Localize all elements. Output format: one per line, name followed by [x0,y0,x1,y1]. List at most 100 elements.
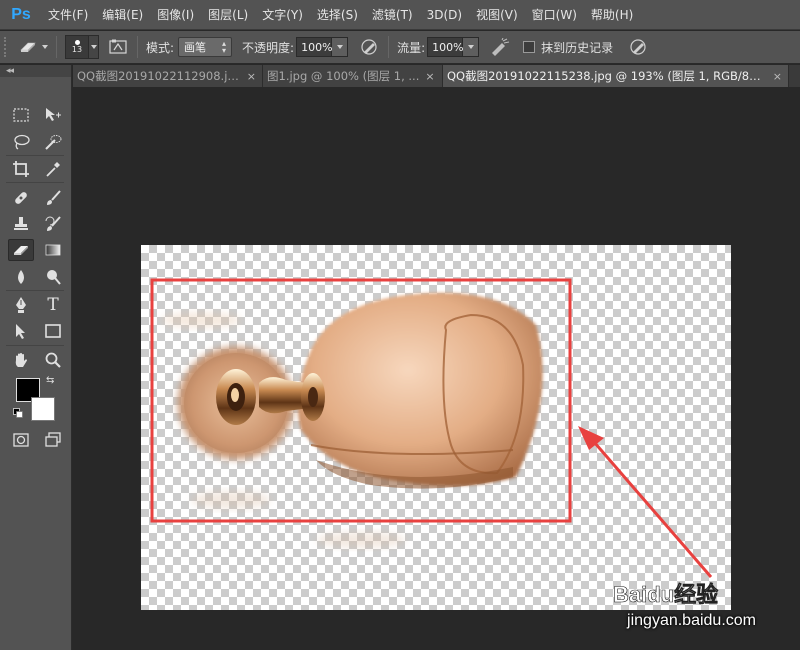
flow-input[interactable]: 100% [427,37,464,57]
brush-preset-picker[interactable]: 13 [65,35,99,59]
menu-file[interactable]: 文件(F) [48,6,88,23]
brush-dropdown-button[interactable] [89,35,99,59]
menu-3d[interactable]: 3D(D) [427,8,462,22]
flow-label: 流量: [397,40,426,55]
blur-tool[interactable] [8,266,34,288]
zoom-tool[interactable] [40,349,66,371]
watermark-brand: Baidu经验 [613,582,718,607]
menu-filter[interactable]: 滤镜(T) [372,6,413,23]
divider [6,345,64,346]
quick-selection-icon [45,135,62,150]
tab-label: QQ截图20191022115238.jpg @ 193% (图层 1, RGB… [447,69,767,83]
opacity-control[interactable]: 100% [294,37,349,57]
swap-colors-icon[interactable]: ⇆ [46,375,58,387]
erase-history-label: 抹到历史记录 [541,40,614,55]
close-icon[interactable]: × [247,70,256,83]
opacity-dropdown-button[interactable] [332,37,349,57]
quick-mask-icon [13,433,29,447]
rectangular-marquee-icon [13,108,29,122]
dodge-icon [47,270,61,285]
baidu-watermark-logo: Baidu经验 [613,582,718,608]
brush-size-value: 13 [71,45,83,54]
menu-edit[interactable]: 编辑(E) [102,6,143,23]
tool-preset-picker[interactable] [18,40,48,54]
arrow-head [578,426,604,450]
menu-layer[interactable]: 图层(L) [208,6,248,23]
divider [6,182,64,183]
menu-help[interactable]: 帮助(H) [591,6,633,23]
quick-mask-button[interactable] [8,429,34,451]
default-colors-icon[interactable] [13,408,23,418]
hand-tool[interactable] [8,349,34,371]
eraser-tool[interactable] [8,239,34,261]
opacity-label: 不透明度: [242,40,295,55]
tab-document-1[interactable]: QQ截图20191022112908.jpg × [73,65,263,87]
tab-label: QQ截图20191022112908.jpg [77,69,241,83]
clone-stamp-icon [14,217,28,230]
pressure-size-toggle[interactable] [627,36,649,58]
divider [137,36,138,58]
move-tool[interactable] [40,104,66,126]
airbrush-icon [492,38,510,56]
flow-dropdown-button[interactable] [463,37,480,57]
gradient-tool[interactable] [40,239,66,261]
eyedropper-icon [46,162,60,177]
tools-panel-collapse[interactable]: ◂◂ [0,65,71,77]
close-icon[interactable]: × [425,70,434,83]
spot-healing-tool[interactable] [8,187,34,209]
eyedropper-tool[interactable] [40,158,66,180]
quick-selection-tool[interactable] [40,131,66,153]
options-grip[interactable] [4,37,10,57]
crop-tool[interactable] [8,158,34,180]
rectangle-shape-tool[interactable] [40,320,66,342]
pressure-opacity-toggle[interactable] [358,36,380,58]
brush-panel-toggle[interactable] [107,36,129,58]
divider [6,290,64,291]
menu-image[interactable]: 图像(I) [157,6,194,23]
screen-mode-button[interactable] [40,429,66,451]
screen-mode-icon [45,432,61,447]
erase-history-checkbox[interactable] [523,41,536,53]
options-bar: 13 模式: 画笔 ▴ ▾ 不透明度: 100% 流量: 100% 抹到历史记录 [0,31,800,64]
divider [56,36,57,58]
background-color-swatch[interactable] [31,397,55,421]
history-brush-tool[interactable] [40,213,66,235]
close-icon[interactable]: × [773,70,782,83]
brush-preview[interactable]: 13 [65,35,89,59]
menu-window[interactable]: 窗口(W) [532,6,577,23]
mode-label: 模式: [146,40,175,55]
tab-document-3[interactable]: QQ截图20191022115238.jpg @ 193% (图层 1, RGB… [443,65,789,87]
menu-select[interactable]: 选择(S) [317,6,358,23]
type-tool[interactable]: T [40,294,66,316]
flow-control[interactable]: 100% [425,37,480,57]
path-selection-tool[interactable] [8,320,34,342]
mode-value: 画笔 [184,41,207,54]
rectangle-shape-icon [45,324,61,338]
eraser-icon [20,42,36,52]
mode-select[interactable]: 画笔 ▴ ▾ [178,37,233,57]
brush-tool[interactable] [40,187,66,209]
tab-document-2[interactable]: 图1.jpg @ 100% (图层 1, ... × [263,65,443,87]
opacity-input[interactable]: 100% [296,37,333,57]
brush-panel-icon [109,39,127,54]
menu-bar: Ps 文件(F) 编辑(E) 图像(I) 图层(L) 文字(Y) 选择(S) 滤… [0,0,800,30]
menu-type[interactable]: 文字(Y) [262,6,303,23]
crop-icon [13,161,29,177]
lasso-icon [14,134,30,150]
pen-icon [16,297,26,313]
spot-healing-icon [15,192,27,204]
lasso-tool[interactable] [8,131,34,153]
pen-tool[interactable] [8,294,34,316]
dodge-tool[interactable] [40,266,66,288]
menu-view[interactable]: 视图(V) [476,6,518,23]
move-icon [46,108,61,121]
chevron-down-icon [90,45,97,49]
tools-panel: ◂◂ T ⇆ [0,65,72,650]
eraser-icon [14,246,28,255]
divider [388,36,390,58]
airbrush-toggle[interactable] [489,36,511,58]
gradient-icon [45,244,61,256]
clone-stamp-tool[interactable] [8,213,34,235]
rectangular-marquee-tool[interactable] [8,104,34,126]
canvas-image [150,278,713,578]
